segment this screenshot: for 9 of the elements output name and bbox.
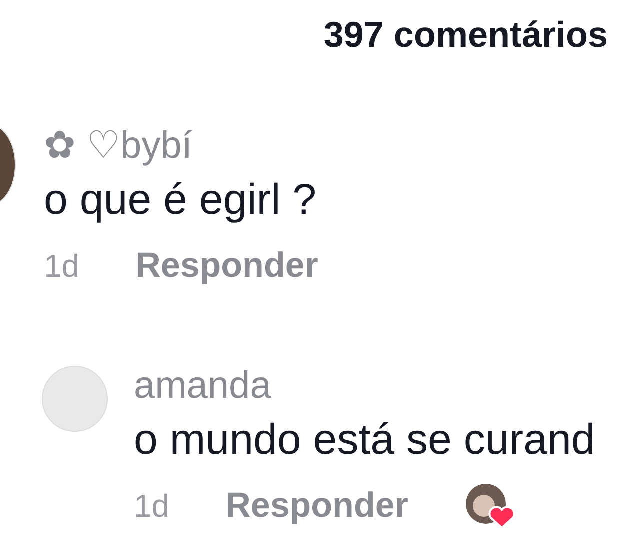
username[interactable]: ✿ ♡bybí xyxy=(44,126,318,166)
reply-link[interactable]: Responder xyxy=(136,246,318,286)
comment-count: 397 comentários xyxy=(324,14,608,57)
username[interactable]: amanda xyxy=(134,366,596,406)
timestamp: 1d xyxy=(134,488,170,524)
comment-text: o que é egirl ? xyxy=(44,175,318,226)
comment-text: o mundo está se curand xyxy=(134,415,596,466)
reply-link[interactable]: Responder xyxy=(226,486,408,526)
timestamp: 1d xyxy=(44,248,80,284)
